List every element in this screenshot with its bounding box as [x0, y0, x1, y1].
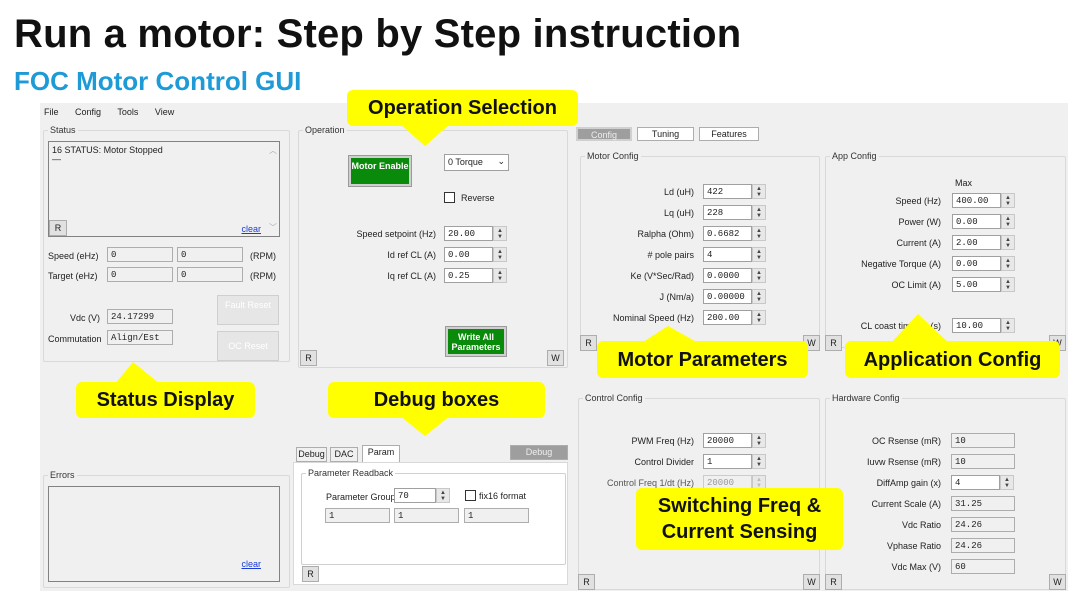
callout-pointers: [115, 124, 950, 436]
status-pointer: [115, 362, 160, 384]
callout-operation-selection: Operation Selection: [347, 90, 578, 126]
callout-motor-parameters: Motor Parameters: [597, 341, 808, 378]
debug-pointer: [400, 416, 450, 436]
callout-application-config: Application Config: [845, 341, 1060, 378]
callout-status-display: Status Display: [76, 382, 255, 418]
callout-debug-boxes: Debug boxes: [328, 382, 545, 418]
callout-switching-freq: Switching Freq & Current Sensing: [636, 488, 843, 550]
app-pointer: [890, 314, 950, 344]
operation-pointer: [400, 124, 450, 146]
